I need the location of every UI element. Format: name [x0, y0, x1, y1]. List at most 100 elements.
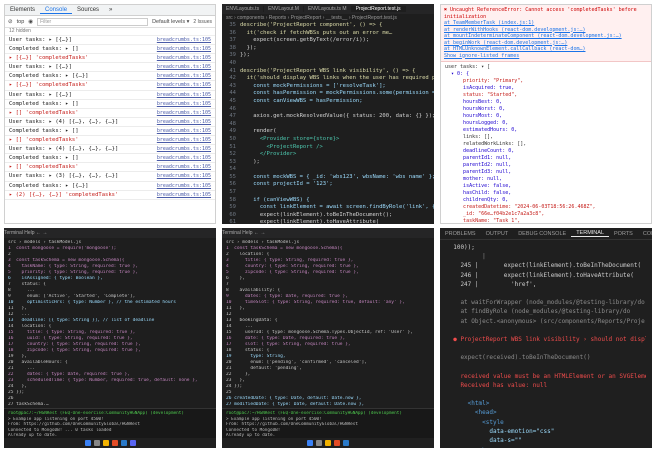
log-message: User tasks: ▸ [{…}]: [9, 91, 72, 98]
code-text: const projectId = '123';: [240, 181, 333, 188]
terminal-panel-tab[interactable]: PROBLEMS: [440, 231, 481, 237]
log-source-link[interactable]: breadcrumbs.ts:105: [157, 145, 211, 153]
console-log-row[interactable]: Completed tasks: ▸ [{…}] breadcrumbs.ts:1…: [5, 72, 215, 82]
console-log-row[interactable]: User tasks: ▸ (4) [{…}, {…}, {…}] breadcr…: [5, 145, 215, 155]
devtools-tab[interactable]: »: [104, 7, 117, 13]
log-message: Completed tasks: ▸ []: [9, 46, 79, 53]
log-message: ▸ [] 'completedTasks': [9, 164, 79, 171]
folder-icon[interactable]: [325, 440, 331, 446]
menu-bar[interactable]: Terminal Help ← →: [4, 228, 216, 238]
editor-tab[interactable]: ProjectReport.test.js: [351, 6, 406, 12]
chrome-icon[interactable]: [334, 440, 340, 446]
line-number: 40: [229, 59, 236, 66]
console-log-row[interactable]: ▸ [{…}] 'completedTasks' breadcrumbs.ts:1…: [5, 54, 215, 64]
error-line[interactable]: at mountIndeterminateComponent (react-do…: [444, 33, 648, 40]
terminal-output-2[interactable]: root@pac7:~/HGNRest (FEQ-One-exercise:Co…: [222, 408, 434, 444]
code-text: <ProjectReport />: [240, 143, 323, 150]
console-log-row[interactable]: User tasks: ▸ [{…}] breadcrumbs.ts:105: [5, 91, 215, 100]
editor-breadcrumb[interactable]: src › components › Reports › ProjectRepo…: [222, 14, 434, 22]
test-output[interactable]: 100)); | 245 | expect(linkElement).toBeI…: [440, 240, 652, 448]
model-code-area-1[interactable]: src › models › taskModel.js 1 const mongo…: [4, 238, 216, 410]
user-tasks-object[interactable]: user tasks: ▾ [ ▾ 0: { priority: "Primar…: [441, 62, 651, 223]
log-message: ▸ [{…}] 'completedTasks': [9, 82, 89, 89]
log-source-link[interactable]: breadcrumbs.ts:105: [157, 45, 211, 53]
log-source-link[interactable]: breadcrumbs.ts:105: [157, 81, 211, 89]
start-icon[interactable]: [307, 440, 313, 446]
console-log-row[interactable]: User tasks: ▸ [{…}] breadcrumbs.ts:105: [5, 63, 215, 73]
log-source-link[interactable]: breadcrumbs.ts:105: [157, 100, 211, 108]
log-source-link[interactable]: breadcrumbs.ts:105: [157, 163, 211, 171]
log-source-link[interactable]: breadcrumbs.ts:105: [157, 54, 211, 62]
code-area[interactable]: 35 describe('ProjectReport component', ()…: [222, 22, 434, 224]
code-text: if (canViewWBS) {: [240, 196, 310, 203]
start-icon[interactable]: [84, 440, 91, 446]
json-line: parentId2: null,: [445, 162, 512, 168]
log-source-link[interactable]: breadcrumbs.ts:105: [157, 72, 211, 80]
devtools-tab[interactable]: Sources: [72, 7, 104, 13]
console-log-row[interactable]: User tasks: ▸ (3) [{…}, {…}, {…}] breadcr…: [5, 172, 215, 182]
terminal-panel-tab[interactable]: PORTS: [609, 231, 638, 237]
terminal-line: 245 | expect(linkElement).toBeInTheDocum…: [446, 262, 642, 270]
console-log-row[interactable]: User tasks: ▸ [{…}] breadcrumbs.ts:105: [5, 36, 215, 46]
log-source-link[interactable]: breadcrumbs.ts:105: [157, 172, 211, 180]
terminal-panel-tab[interactable]: TERMINAL: [571, 230, 609, 237]
terminal-output-1[interactable]: root@pac7:~/HGNRest (FEQ-One-exercise:Co…: [4, 408, 216, 444]
devtools-tab[interactable]: Console: [40, 7, 73, 14]
log-source-link[interactable]: breadcrumbs.ts:105: [157, 91, 211, 99]
devtools-tab[interactable]: Elements: [5, 7, 40, 13]
console-log-row[interactable]: User tasks: ▸ (4) [{…}, {…}, {…}] breadcr…: [5, 118, 215, 127]
console-log-row[interactable]: Completed tasks: ▸ [{…}] breadcrumbs.ts:1…: [5, 182, 215, 191]
console-log-row[interactable]: Completed tasks: ▸ [] breadcrumbs.ts:105: [5, 127, 215, 137]
line-number: 38: [229, 44, 236, 51]
line-number: 37: [229, 37, 236, 44]
json-line: childrenQty: 0,: [445, 197, 509, 203]
search-icon[interactable]: [316, 440, 322, 446]
code-line: 10 timeSlot: { type: String, required: t…: [226, 300, 405, 305]
log-source-link[interactable]: breadcrumbs.ts:105: [157, 154, 211, 162]
terminal-panel-tab[interactable]: COMM: [638, 231, 652, 237]
terminal-panel-tab[interactable]: OUTPUT: [481, 231, 514, 237]
terminal-panel-tab[interactable]: DEBUG CONSOLE: [513, 231, 571, 237]
model-code-area-2[interactable]: src › models › taskModel.js 1 const taskS…: [222, 238, 434, 410]
console-log-row[interactable]: ▸ [] 'completedTasks' breadcrumbs.ts:105: [5, 109, 215, 118]
log-source-link[interactable]: breadcrumbs.ts:105: [157, 136, 211, 144]
log-source-link[interactable]: breadcrumbs.ts:105: [157, 118, 211, 126]
log-source-link[interactable]: breadcrumbs.ts:105: [157, 127, 211, 135]
discord-icon[interactable]: [129, 440, 136, 446]
console-log-row[interactable]: ▸ [] 'completedTasks' breadcrumbs.ts:105: [5, 136, 215, 146]
console-log-row[interactable]: ▸ [{…}] 'completedTasks' breadcrumbs.ts:1…: [5, 81, 215, 91]
vscode-icon[interactable]: [343, 440, 349, 446]
console-log-row[interactable]: ▸ (2) [{…}, {…}] 'completedTasks' breadcr…: [5, 191, 215, 200]
console-log-row[interactable]: Completed tasks: ▸ [] breadcrumbs.ts:105: [5, 100, 215, 109]
log-source-link[interactable]: breadcrumbs.ts:105: [157, 182, 211, 190]
console-filter-input[interactable]: Filter: [37, 17, 149, 26]
line-number: 61: [229, 219, 236, 224]
log-source-link[interactable]: breadcrumbs.ts:105: [157, 191, 211, 199]
terminal-line: 246 | expect(linkElement).toHaveAttribut…: [446, 271, 634, 279]
issues-badge[interactable]: 2 Issues: [193, 19, 212, 25]
code-text: const linkElement = await screen.findByR…: [259, 204, 434, 211]
console-log-row[interactable]: Completed tasks: ▸ [] breadcrumbs.ts:105: [5, 154, 215, 164]
menu-bar-2[interactable]: Terminal Help ← →: [222, 228, 434, 238]
folder-icon[interactable]: [102, 440, 109, 446]
search-icon[interactable]: [93, 440, 100, 446]
vscode-icon[interactable]: [120, 440, 127, 446]
code-line: 60 expect(linkElement).toBeInTheDocument…: [222, 212, 434, 220]
chrome-icon[interactable]: [111, 440, 118, 446]
error-line[interactable]: Show ignore-listed frames: [444, 53, 648, 60]
console-log-row[interactable]: Completed tasks: ▸ [] breadcrumbs.ts:105: [5, 45, 215, 55]
context-selector[interactable]: top: [17, 19, 25, 25]
log-source-link[interactable]: breadcrumbs.ts:105: [157, 36, 211, 44]
log-source-link[interactable]: breadcrumbs.ts:105: [157, 63, 211, 71]
clear-console-icon[interactable]: ⊘: [8, 19, 13, 25]
editor-tab[interactable]: ENVLayout.M: [264, 6, 304, 12]
log-message: Completed tasks: ▸ []: [9, 100, 79, 107]
log-source-link[interactable]: breadcrumbs.ts:105: [157, 109, 211, 117]
log-levels-dropdown[interactable]: Default levels ▾: [152, 19, 189, 25]
console-log-row[interactable]: ▸ [] 'completedTasks' breadcrumbs.ts:105: [5, 163, 215, 173]
editor-tab[interactable]: ENVLayouts.ts: [222, 6, 265, 12]
terminal-line: at waitForWrapper (node_modules/@testing…: [446, 299, 645, 307]
editor-tab[interactable]: ENVLayouts.ts M: [304, 6, 352, 12]
eye-icon[interactable]: ◉: [28, 19, 33, 25]
